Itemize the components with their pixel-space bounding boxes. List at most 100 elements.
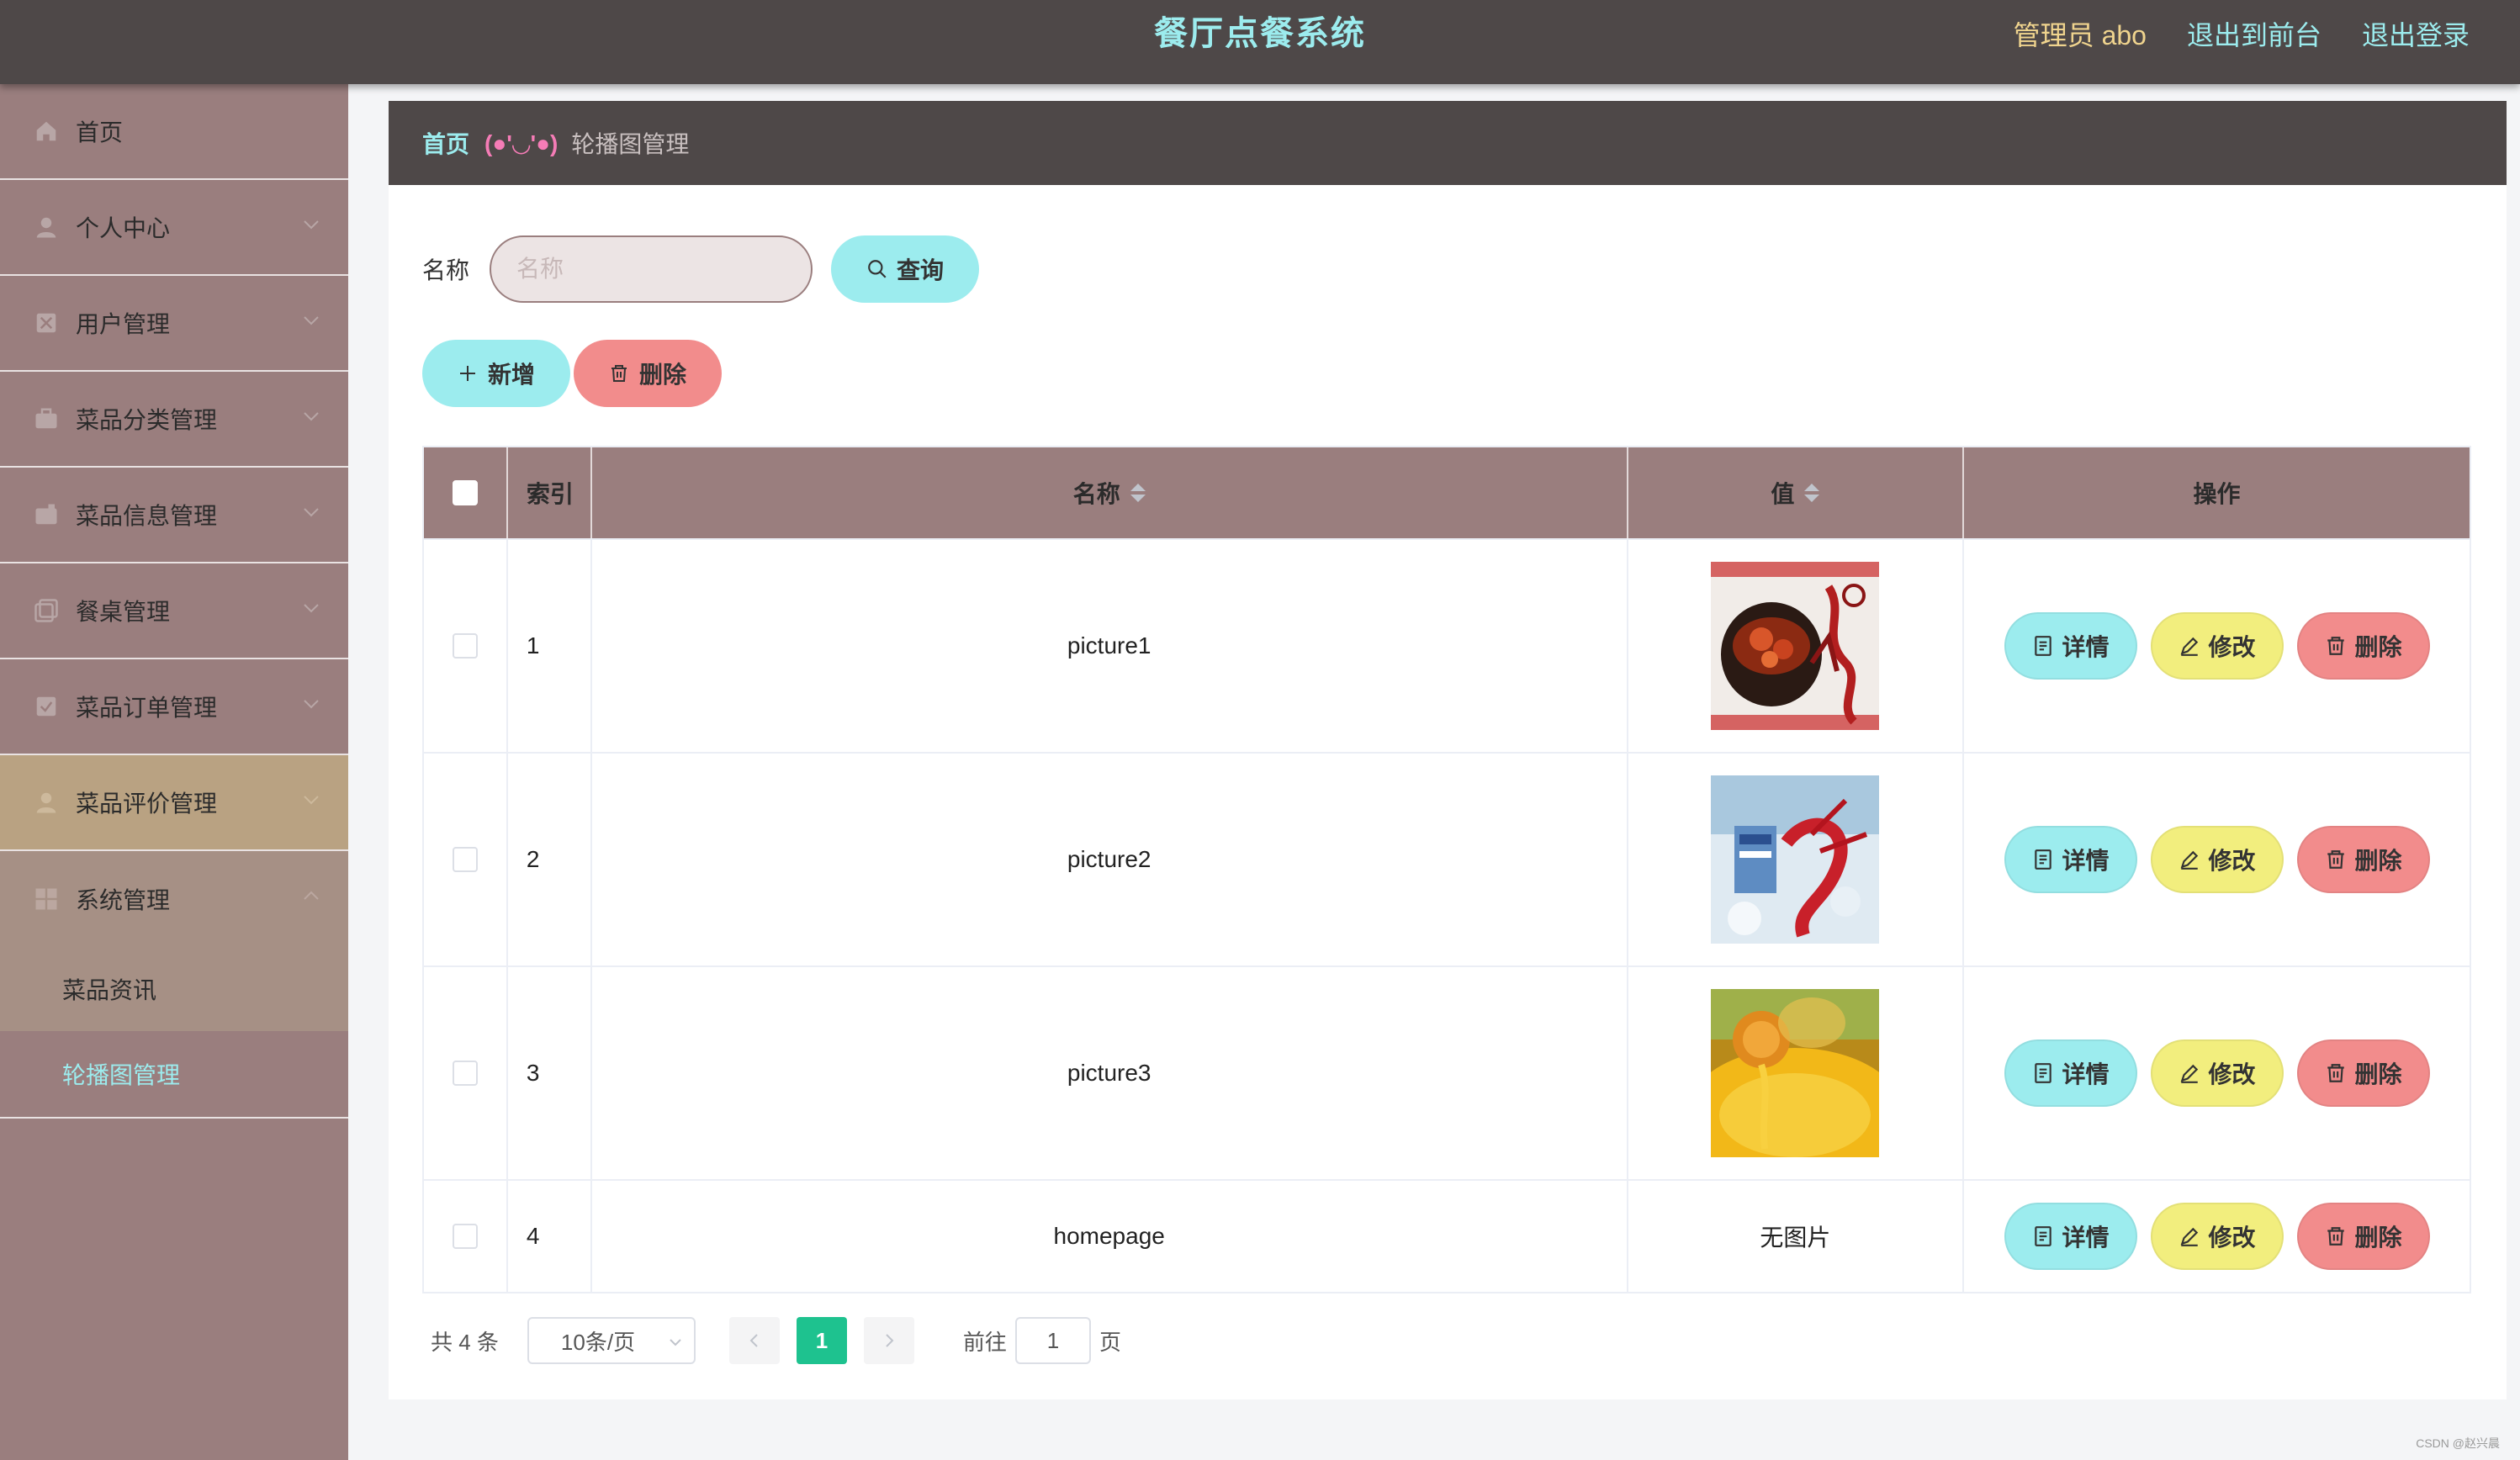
sidebar-item-user-management[interactable]: 用户管理 [0,276,348,372]
sidebar: 首页 个人中心 用户管理 菜品分类管理 菜品信息管理 餐桌管理 菜品订单管理 菜… [0,84,348,1460]
add-button[interactable]: 新增 [422,340,570,407]
column-header-actions: 操作 [2193,481,2241,507]
search-row: 名称 查询 [422,235,980,303]
page-suffix-label: 页 [1099,1329,1121,1355]
detail-button[interactable]: 详情 [2004,1039,2137,1107]
edit-button[interactable]: 修改 [2150,826,2284,893]
row-checkbox[interactable] [452,633,478,659]
edit-icon [2179,635,2200,657]
detail-label: 详情 [2062,1061,2110,1087]
breadcrumb-current: 轮播图管理 [571,131,690,157]
batch-delete-label: 删除 [638,362,686,388]
document-icon [2032,1225,2054,1247]
sort-icon[interactable] [1804,484,1820,502]
page-number-current[interactable]: 1 [796,1317,847,1364]
row-checkbox[interactable] [452,1061,478,1086]
select-all-checkbox[interactable] [452,480,478,505]
sidebar-item-label: 系统管理 [76,887,171,913]
pagination: 共 4 条 10条/页 1 前往 页 [422,1317,1121,1364]
submenu-item-dish-news[interactable]: 菜品资讯 [0,947,348,1031]
edit-button[interactable]: 修改 [2150,1203,2284,1270]
row-index: 1 [508,540,592,752]
sidebar-item-dish-review[interactable]: 菜品评价管理 [0,755,348,851]
sidebar-item-label: 菜品信息管理 [76,503,218,529]
edit-button[interactable]: 修改 [2150,1039,2284,1107]
edit-label: 修改 [2208,634,2256,660]
sidebar-item-order-management[interactable]: 菜品订单管理 [0,659,348,755]
row-checkbox[interactable] [452,847,478,872]
carousel-image-thumbnail [1711,775,1880,944]
table-row: 3 picture3 详情 修改 删除 [424,965,2470,1179]
chevron-down-icon [304,316,319,325]
chevron-down-icon [304,796,319,805]
column-header-name[interactable]: 名称 [592,447,1628,538]
sidebar-item-home[interactable]: 首页 [0,84,348,180]
exit-to-front-link[interactable]: 退出到前台 [2187,14,2321,53]
delete-button[interactable]: 删除 [2296,1203,2430,1270]
column-header-name-label: 名称 [1072,481,1120,507]
action-row: 新增 删除 [422,340,722,407]
edit-icon [2179,1062,2200,1084]
row-checkbox[interactable] [452,1224,478,1249]
sidebar-item-dish-info[interactable]: 菜品信息管理 [0,468,348,563]
chevron-down-icon [304,412,319,421]
breadcrumb-separator: (●'◡'●) [484,130,559,156]
detail-button[interactable]: 详情 [2004,1203,2137,1270]
column-header-value[interactable]: 值 [1628,447,1965,538]
document-icon [2032,849,2054,870]
detail-label: 详情 [2062,634,2110,660]
delete-label: 删除 [2354,848,2402,874]
user-icon [34,790,59,815]
sidebar-item-table-management[interactable]: 餐桌管理 [0,563,348,659]
document-icon [2032,635,2054,657]
system-submenu: 菜品资讯 轮播图管理 [0,947,348,1119]
logout-link[interactable]: 退出登录 [2362,14,2470,53]
sidebar-item-dish-category[interactable]: 菜品分类管理 [0,372,348,468]
batch-delete-button[interactable]: 删除 [574,340,722,407]
trash-icon [2325,1225,2347,1247]
next-page-button[interactable] [863,1317,914,1364]
page-size-select[interactable]: 10条/页 [527,1317,696,1364]
goto-page-input[interactable] [1014,1317,1091,1364]
delete-button[interactable]: 删除 [2296,826,2430,893]
goto-label: 前往 [962,1329,1007,1355]
edit-button[interactable]: 修改 [2150,612,2284,680]
search-label: 名称 [422,257,470,283]
detail-button[interactable]: 详情 [2004,826,2137,893]
delete-button[interactable]: 删除 [2296,1039,2430,1107]
plus-icon [459,366,475,381]
pagination-total: 共 4 条 [431,1329,499,1355]
copy-icon [34,598,59,623]
carousel-table: 索引 名称 值 操作 1 picture1 详情 修改 删除 2 picture… [422,446,2471,1293]
home-icon [34,119,59,144]
detail-button[interactable]: 详情 [2004,612,2137,680]
row-value: 无图片 [1628,1181,1965,1292]
edit-label: 修改 [2208,1225,2256,1251]
chevron-left-icon [749,1334,758,1347]
admin-user-label: 管理员 abo [2013,20,2147,50]
sidebar-item-personal-center[interactable]: 个人中心 [0,180,348,276]
submenu-item-carousel[interactable]: 轮播图管理 [0,1031,348,1119]
delete-label: 删除 [2354,634,2402,660]
carousel-image-thumbnail [1711,562,1880,730]
delete-label: 删除 [2354,1061,2402,1087]
table-row: 1 picture1 详情 修改 删除 [424,538,2470,752]
edit-label: 修改 [2208,848,2256,874]
row-name: homepage [592,1181,1628,1292]
breadcrumb-home[interactable]: 首页 [422,126,469,160]
chevron-down-icon [304,700,319,709]
prev-page-button[interactable] [728,1317,780,1364]
chevron-down-icon [670,1339,681,1346]
main-content: 名称 查询 新增 删除 索引 名称 值 操作 [389,185,2507,1399]
sort-icon[interactable] [1130,484,1146,502]
delete-button[interactable]: 删除 [2296,612,2430,680]
table-row: 2 picture2 详情 修改 删除 [424,752,2470,965]
sidebar-item-system[interactable]: 系统管理 [0,851,348,947]
breadcrumb: 首页 (●'◡'●) 轮播图管理 [389,101,2507,185]
add-button-label: 新增 [487,362,535,388]
chevron-down-icon [304,604,319,613]
sidebar-item-label: 个人中心 [76,215,171,241]
trash-icon [2325,849,2347,870]
query-button[interactable]: 查询 [831,235,980,303]
search-input[interactable] [490,235,813,303]
